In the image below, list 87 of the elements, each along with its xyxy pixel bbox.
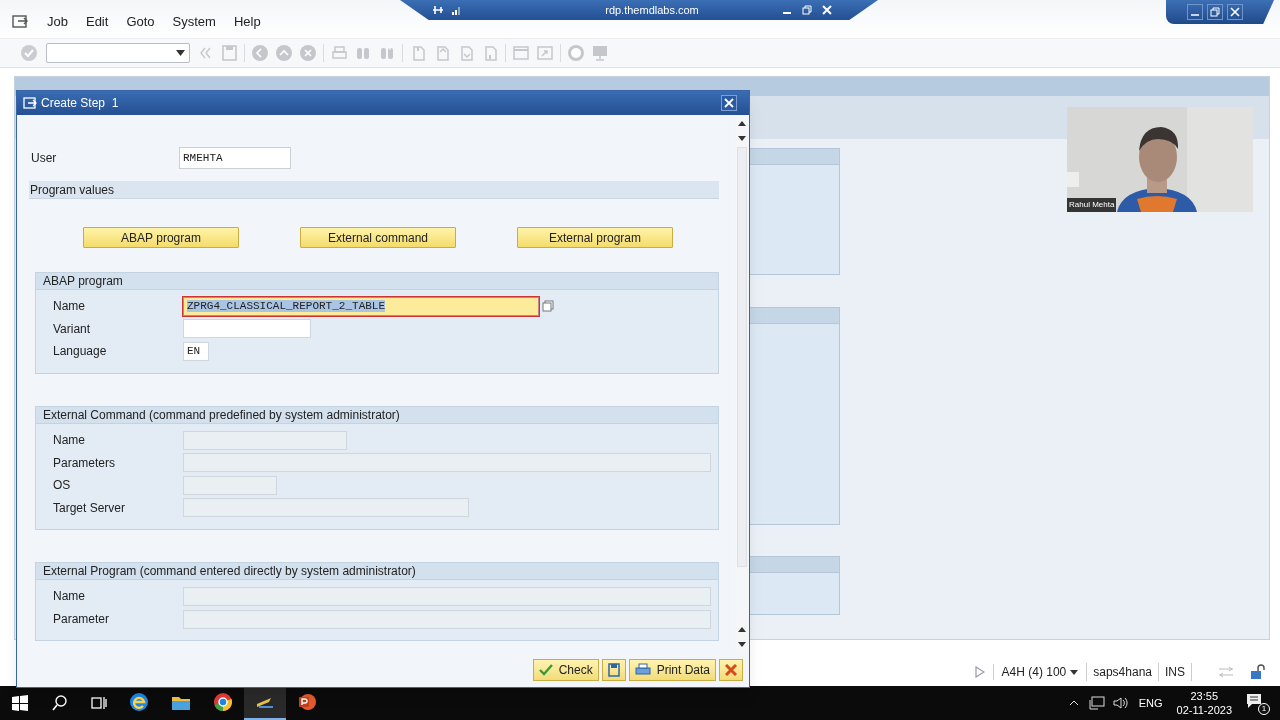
participant-name: Rahul Mehta — [1067, 198, 1117, 212]
clock-time[interactable]: 23:55 — [1190, 689, 1219, 703]
check-button[interactable]: Check — [532, 659, 599, 681]
field-label: Parameter — [53, 611, 111, 629]
field-label: Language — [53, 343, 108, 361]
printer-icon — [634, 663, 651, 677]
cancel-icon — [725, 664, 737, 676]
shortcut-icon[interactable] — [536, 44, 554, 62]
save-icon[interactable] — [220, 44, 238, 62]
print-button[interactable]: Print Data — [628, 659, 716, 681]
field-label: User — [31, 150, 58, 167]
play-icon[interactable] — [974, 666, 985, 678]
pin-icon[interactable] — [432, 5, 444, 15]
field-label: OS — [53, 477, 72, 495]
group-title: ABAP program — [43, 273, 123, 290]
menu-item[interactable]: Job — [38, 12, 77, 32]
save-icon — [607, 663, 620, 677]
notification-count: 1 — [1258, 703, 1270, 715]
network-icon[interactable] — [1088, 696, 1105, 710]
scroll-up-icon[interactable] — [738, 121, 746, 126]
field-label: Name — [53, 298, 86, 316]
save-button[interactable] — [601, 659, 626, 681]
field-label: Name — [53, 432, 86, 450]
slides-app-icon — [297, 692, 317, 712]
group-title: External Command (command predefined by system administrator) — [43, 406, 400, 424]
cancel-icon[interactable] — [299, 44, 317, 62]
clock-date[interactable]: 02-11-2023 — [1176, 703, 1232, 717]
monitor-icon[interactable] — [591, 44, 609, 62]
notifications-button[interactable]: 1 — [1246, 691, 1270, 715]
chevron-up-icon[interactable] — [1068, 700, 1079, 706]
dialog-icon — [23, 97, 37, 109]
message-icon — [1246, 693, 1262, 709]
scrollbar[interactable] — [735, 115, 749, 653]
remote-host-name: rdp.themdlabs.com — [604, 2, 700, 18]
volume-icon[interactable] — [1112, 696, 1129, 710]
input-field[interactable]: RMEHTA — [179, 147, 291, 169]
menu-item[interactable]: System — [163, 12, 225, 32]
scroll-down-icon[interactable] — [738, 642, 746, 647]
input-field[interactable]: EN — [183, 342, 209, 361]
insert-mode: INS — [1159, 663, 1192, 681]
menu-item[interactable]: Edit — [76, 12, 118, 32]
field-label: Target Server — [53, 499, 127, 517]
dropdown-icon — [176, 50, 185, 56]
close-icon[interactable] — [721, 95, 737, 111]
program-type-button[interactable]: ABAP program — [83, 227, 239, 248]
exit-icon[interactable] — [275, 44, 293, 62]
field-label: Name — [53, 588, 86, 606]
search-icon[interactable] — [52, 695, 68, 711]
close-icon[interactable] — [1227, 4, 1243, 20]
menu-item[interactable]: Goto — [117, 12, 164, 32]
menu-item[interactable]: Help — [224, 12, 270, 32]
transfer-icon[interactable] — [1218, 666, 1234, 678]
minimize-icon[interactable] — [1187, 4, 1203, 20]
dialog-title: Create Step 1 — [41, 95, 120, 112]
input-field[interactable] — [183, 319, 311, 339]
restore-icon[interactable] — [1207, 4, 1223, 20]
taskbar-button[interactable] — [244, 686, 286, 720]
cancel-button[interactable] — [719, 659, 743, 681]
field-label: Parameters — [53, 454, 117, 472]
server-name: saps4hana — [1087, 663, 1159, 681]
input-language[interactable]: ENG — [1138, 694, 1163, 712]
restore-icon[interactable] — [802, 5, 812, 15]
checkmark-icon — [538, 664, 553, 676]
scroll-up-icon[interactable] — [738, 627, 746, 632]
task-view-icon[interactable] — [91, 696, 107, 710]
value-help-icon[interactable] — [542, 300, 554, 313]
command-field[interactable] — [46, 43, 190, 63]
print-icon[interactable] — [330, 44, 348, 62]
program-type-button[interactable]: External command — [300, 227, 456, 248]
group-title: External Program (command entered directly by system administrator) — [43, 563, 416, 581]
lock-icon[interactable] — [1250, 664, 1266, 680]
check-icon[interactable] — [20, 44, 38, 62]
help-icon[interactable] — [567, 44, 585, 62]
scroll-down-icon[interactable] — [738, 136, 746, 141]
new-window-icon[interactable] — [512, 44, 530, 62]
program-type-button[interactable]: External program — [517, 227, 673, 248]
field-label: Variant — [53, 320, 92, 338]
caret-icon — [1070, 669, 1079, 675]
windows-icon[interactable] — [12, 695, 28, 711]
input-field[interactable]: ZPRG4_CLASSICAL_REPORT_2_TABLE — [183, 296, 539, 316]
browser-e-icon — [129, 692, 149, 712]
signal-icon — [452, 5, 462, 15]
menu-icon[interactable] — [12, 15, 28, 29]
section-title: Program values — [30, 181, 115, 199]
system-dropdown[interactable]: A4H (4) 100 — [1001, 663, 1088, 681]
back-icon[interactable] — [251, 44, 269, 62]
browser-icon — [213, 692, 233, 712]
